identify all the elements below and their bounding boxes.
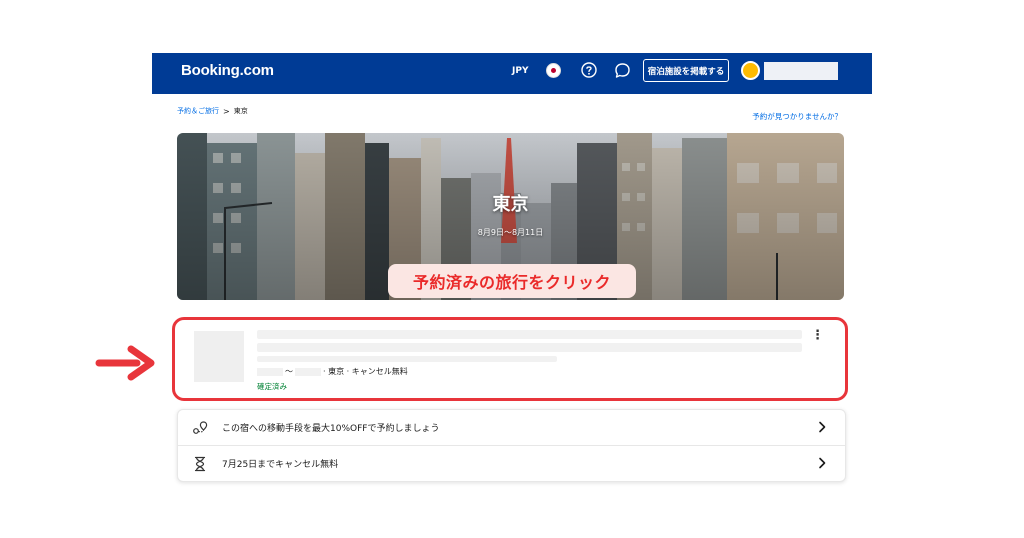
top-navigation-bar: Booking.com JPY 宿泊施設を掲載する — [152, 53, 872, 94]
booking-actions-list: この宿への移動手段を最大10%OFFで予約しましょう 7月25日までキャンセル無… — [177, 409, 846, 482]
booking-logo[interactable]: Booking.com — [181, 62, 274, 79]
list-item-free-cancellation[interactable]: 7月25日までキャンセル無料 — [178, 445, 845, 481]
breadcrumb-item-trips[interactable]: 予約＆ご旅行 — [177, 106, 219, 116]
currency-selector[interactable]: JPY — [512, 66, 528, 76]
avatar[interactable] — [741, 61, 760, 80]
route-pin-icon — [193, 421, 208, 434]
annotation-arrow-icon — [95, 345, 155, 381]
chevron-right-icon — [819, 421, 826, 433]
destination-title: 東京 — [492, 194, 529, 215]
annotation-callout: 予約済みの旅行をクリック — [388, 264, 636, 298]
breadcrumb: 予約＆ご旅行 > 東京 — [177, 106, 248, 116]
list-property-button[interactable]: 宿泊施設を掲載する — [643, 59, 729, 82]
japan-flag-icon[interactable] — [546, 63, 561, 78]
hourglass-icon — [194, 456, 206, 472]
account-name-redacted[interactable] — [764, 62, 838, 80]
chat-bubble-icon[interactable] — [614, 62, 631, 79]
booking-not-found-link[interactable]: 予約が見つかりませんか？ — [752, 111, 842, 122]
breadcrumb-separator: > — [223, 106, 230, 116]
list-item-transport[interactable]: この宿への移動手段を最大10%OFFで予約しましょう — [178, 410, 845, 445]
annotation-highlight-box — [172, 317, 848, 401]
free-cancellation-text: 7月25日までキャンセル無料 — [222, 460, 339, 470]
chevron-right-icon — [819, 457, 826, 469]
question-circle-icon[interactable] — [581, 62, 597, 78]
breadcrumb-item-tokyo: 東京 — [233, 107, 248, 115]
transport-discount-text: この宿への移動手段を最大10%OFFで予約しましょう — [222, 424, 440, 434]
trip-dates: 8月9日〜8月11日 — [477, 228, 544, 237]
